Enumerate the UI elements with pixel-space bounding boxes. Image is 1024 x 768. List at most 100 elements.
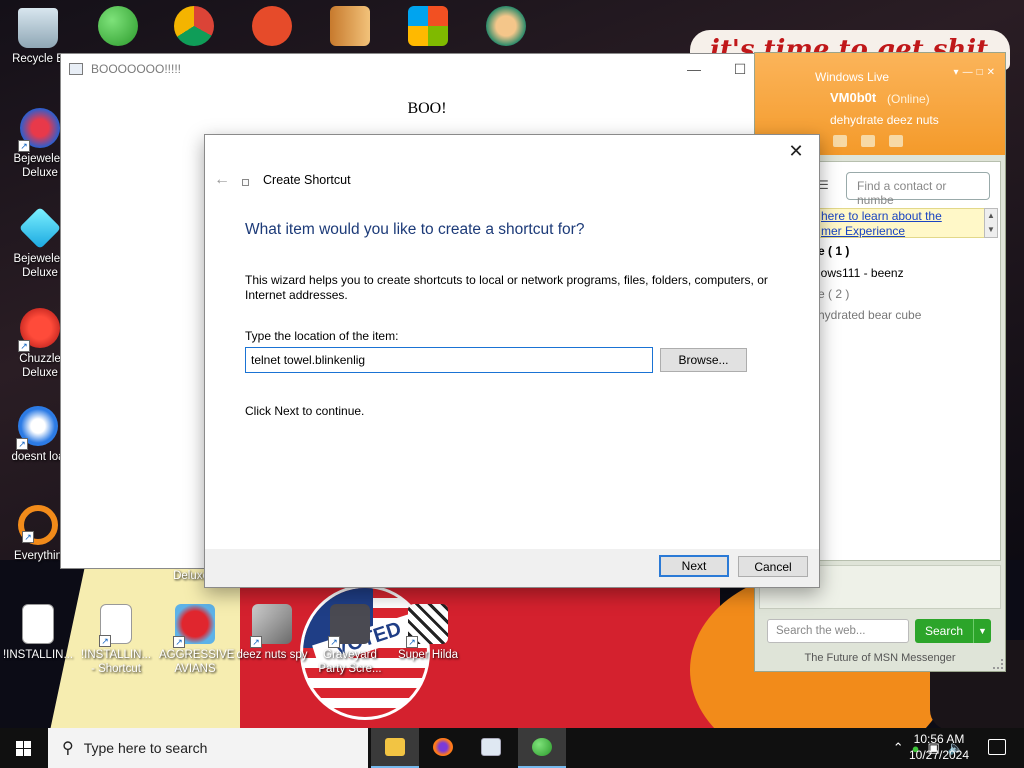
search-icon: ⚲ [62,740,74,757]
msn-contact-search-input[interactable]: Find a contact or numbe [846,172,990,207]
chrome-icon [174,6,214,46]
msn-contact-offline[interactable]: hydrated bear cube [818,308,921,322]
desktop-icon-label: Graveyard Party Scre... [318,649,382,675]
msn-messenger-icon [98,6,138,46]
taskbar-msn[interactable] [518,728,566,768]
boo-text: BOO! [407,100,447,117]
msn-window-controls[interactable]: ▾—□✕ [954,67,999,78]
shortcut-arrow-icon: ↗ [328,636,340,648]
msn-quick-icons [833,135,903,147]
desktop-icon-deez-nuts-spy[interactable]: ↗ deez nuts spy [236,604,308,662]
recycle-bin-icon [18,8,58,48]
notification-icon[interactable] [988,739,1006,755]
chuzzle-icon: ↗ [18,308,60,352]
desktop-icon-label: Super Hilda [397,649,459,661]
boo-window-title: BOOOOOOO!!!!! [91,62,182,76]
minimize-icon[interactable]: — [671,54,717,84]
desktop-icon-label: Recycle B [12,53,64,65]
msn-info-link-1[interactable]: here to learn about the [821,209,942,223]
desktop-icon-label: Bejeweled Deluxe [13,253,67,279]
taskbar-search-placeholder: Type here to search [83,740,208,756]
shortcut-arrow-icon: ↗ [250,636,262,648]
desktop-icon-folder-app[interactable] [314,6,386,50]
msn-display-name[interactable]: VM0b0t [830,90,876,105]
desktop-icon-label: !INSTALLIN... [2,649,74,661]
clock-time: 10:56 AM [913,732,965,746]
taskbar-clock[interactable]: 10:56 AM 10/27/2024 [904,731,974,763]
firefox-icon [433,738,453,756]
mail-icon[interactable] [833,135,847,147]
graveyard-icon: ↗ [328,604,370,648]
text-file-icon: ↗ [99,604,132,647]
shortcut-arrow-icon: ↗ [18,340,30,352]
create-shortcut-dialog[interactable]: ✕ ← Create Shortcut What item would you … [204,134,820,588]
start-button[interactable] [0,728,48,768]
msn-tagline: The Future of MSN Messenger [804,652,956,664]
desktop-icon-installing[interactable]: !INSTALLIN... [2,604,74,662]
desktop-icon-p-app[interactable] [236,6,308,50]
thunderbird-icon: ↗ [16,406,58,450]
dialog-hint: Click Next to continue. [245,404,365,418]
shortcut-arrow-icon: ↗ [16,438,28,450]
angry-bird-icon: ↗ [173,604,215,648]
p-app-icon [252,6,292,46]
shortcut-arrow-icon: ↗ [406,636,418,648]
windows-logo-icon [24,749,31,756]
msn-status[interactable]: (Online) [887,92,930,106]
msn-web-search-input[interactable]: Search the web... [767,619,909,643]
taskbar-window-app[interactable] [467,728,515,768]
desktop-icon-super-hilda[interactable]: ↗ Super Hilda [392,604,464,662]
next-button[interactable]: Next [659,555,729,577]
dialog-heading: What item would you like to create a sho… [245,221,585,238]
desktop-icon-label: Chuzzle Deluxe [19,353,61,379]
msn-search-button-label: Search [924,624,964,638]
desktop-icon-label: AGGRESSIVE AVIANS [159,649,235,675]
shortcut-arrow-icon: ↗ [173,636,185,648]
desktop-icon-windows-app[interactable] [392,6,464,50]
desktop-icon-installing-shortcut[interactable]: ↗ !INSTALLIN... - Shortcut [80,604,152,676]
desktop-icon-aggressive-avians[interactable]: ↗ AGGRESSIVE AVIANS [159,604,235,676]
folder-icon[interactable] [861,135,875,147]
bejeweled-icon: ↗ [18,108,60,152]
msn-contact-online[interactable]: lows111 - beenz [818,266,904,280]
taskbar-firefox[interactable] [419,728,467,768]
chevron-down-icon[interactable]: ▼ [973,619,991,643]
desktop-icon-chrome[interactable] [158,6,230,50]
shortcut-arrow-icon: ↗ [99,635,111,647]
browse-button[interactable]: Browse... [660,348,747,372]
cancel-button[interactable]: Cancel [738,556,808,577]
character-icon [486,6,526,46]
globe-icon[interactable] [889,135,903,147]
msn-group-online[interactable]: e ( 1 ) [818,244,849,258]
msn-info-scroll[interactable]: ▲ ▼ [984,208,998,238]
desktop-icon-msn[interactable] [82,6,154,50]
resize-grip-icon[interactable] [993,659,1003,669]
desktop-icon-character[interactable] [470,6,542,50]
msn-brand: Windows Live [815,70,890,84]
taskbar-file-explorer[interactable] [371,728,419,768]
folder-icon [385,738,405,756]
location-input[interactable] [245,347,653,373]
back-arrow-icon[interactable]: ← [214,171,230,189]
shortcut-wizard-icon [242,179,249,186]
msn-personal-message[interactable]: dehydrate deez nuts [830,113,939,127]
msn-web-search-button[interactable]: Search ▼ [915,619,991,643]
taskbar-search-box[interactable]: ⚲ Type here to search [48,728,368,768]
msn-messenger-icon [532,738,552,756]
desktop-icon-graveyard[interactable]: ↗ Graveyard Party Scre... [314,604,386,676]
chevron-up-icon[interactable]: ⌃ [893,740,904,756]
everything-search-icon: ↗ [18,505,58,545]
window-app-icon [69,63,83,75]
location-label: Type the location of the item: [245,329,399,343]
dialog-title: Create Shortcut [263,173,351,187]
windows-logo-icon [16,741,23,748]
diamond-icon [18,206,62,250]
msn-info-banner[interactable]: here to learn about the mer Experience [810,208,985,238]
dialog-description: This wizard helps you to create shortcut… [245,273,768,302]
msn-group-offline[interactable]: e ( 2 ) [818,287,849,301]
close-icon[interactable]: ✕ [781,139,811,163]
clock-date: 10/27/2024 [908,748,970,762]
desktop-icon-label: deez nuts spy [236,649,308,661]
msn-info-link-2[interactable]: mer Experience [821,224,905,238]
windows-logo-icon [16,749,23,756]
